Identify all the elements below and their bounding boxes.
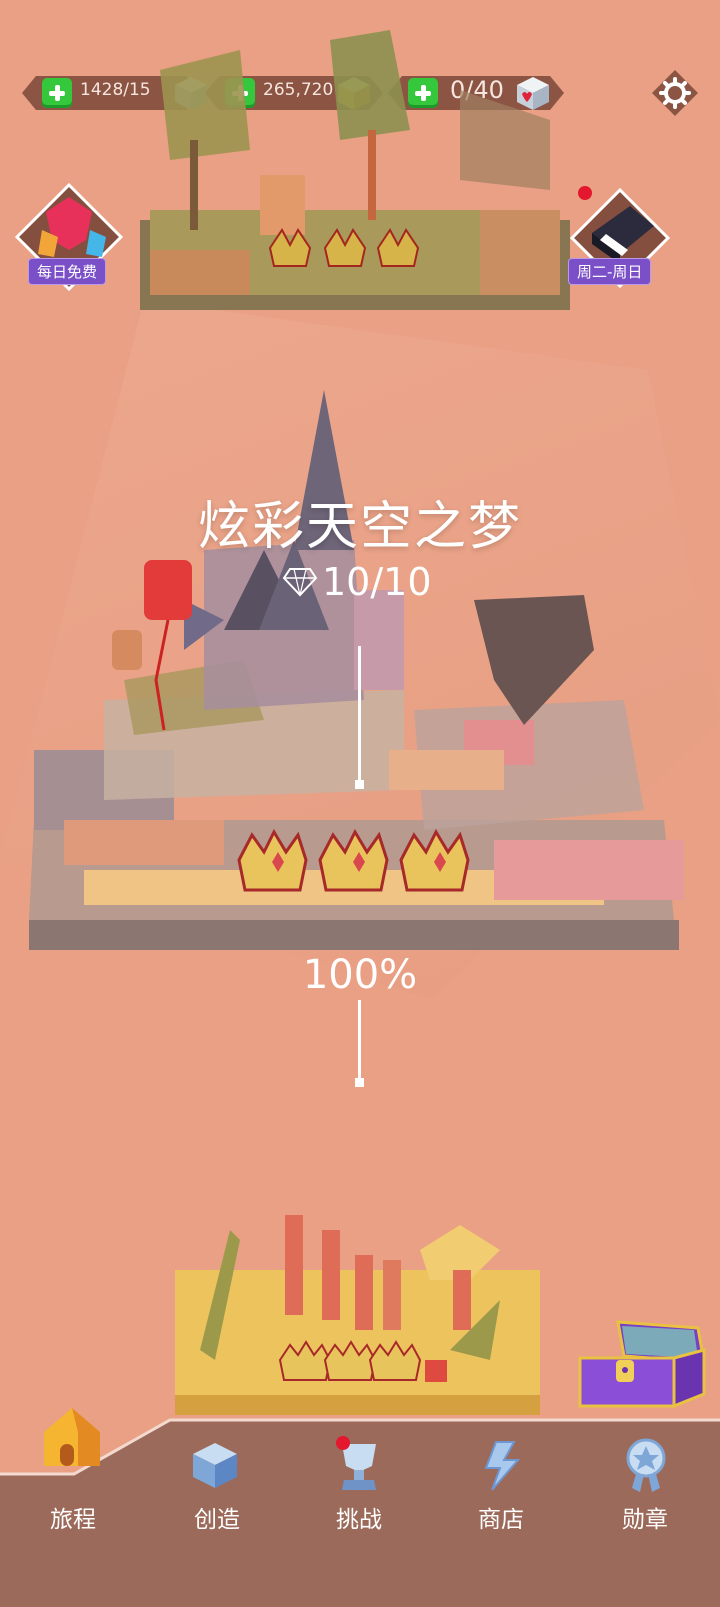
path-dot-top — [355, 780, 364, 789]
gem-progress: 10/10 — [282, 560, 432, 604]
cube-icon — [193, 1443, 237, 1488]
nav-shop-label[interactable]: 商店 — [446, 1500, 556, 1534]
gear-icon — [652, 70, 698, 116]
gem-count-text: 10/10 — [322, 560, 432, 604]
nav-create-label[interactable]: 创造 — [162, 1500, 272, 1534]
nav-medals-label[interactable]: 勋章 — [590, 1500, 700, 1534]
nav-shop[interactable] — [480, 1440, 524, 1496]
medal-icon — [626, 1438, 666, 1492]
nav-medals[interactable] — [624, 1438, 668, 1498]
path-line-bottom — [358, 1000, 361, 1080]
weekly-event-label: 周二-周日 — [568, 258, 652, 285]
nav-journey[interactable] — [38, 1402, 108, 1476]
path-line-top — [358, 646, 361, 782]
bolt-shop-icon — [484, 1441, 521, 1491]
settings-button[interactable] — [650, 68, 700, 118]
previous-level-island[interactable] — [130, 30, 580, 320]
daily-free-button[interactable]: 每日免费 — [14, 182, 124, 296]
nav-journey-label[interactable]: 旅程 — [18, 1500, 128, 1534]
nav-challenge-label[interactable]: 挑战 — [304, 1500, 414, 1534]
weekly-event-button[interactable]: 周二-周日 — [568, 186, 671, 292]
completion-percent: 100% — [302, 952, 418, 998]
nav-create[interactable] — [190, 1440, 240, 1494]
diamond-icon — [282, 568, 318, 597]
level-title: 炫彩天空之梦 — [197, 497, 522, 557]
notification-dot — [578, 186, 592, 200]
challenge-notification-dot — [336, 1436, 350, 1450]
nav-challenge[interactable] — [336, 1436, 382, 1496]
next-level-island[interactable] — [170, 1200, 550, 1420]
daily-free-label: 每日免费 — [28, 258, 107, 285]
add-ice-button[interactable] — [42, 78, 72, 108]
house-icon — [44, 1408, 100, 1466]
path-dot-bottom — [355, 1078, 364, 1087]
treasure-chest-button[interactable] — [578, 1320, 714, 1410]
